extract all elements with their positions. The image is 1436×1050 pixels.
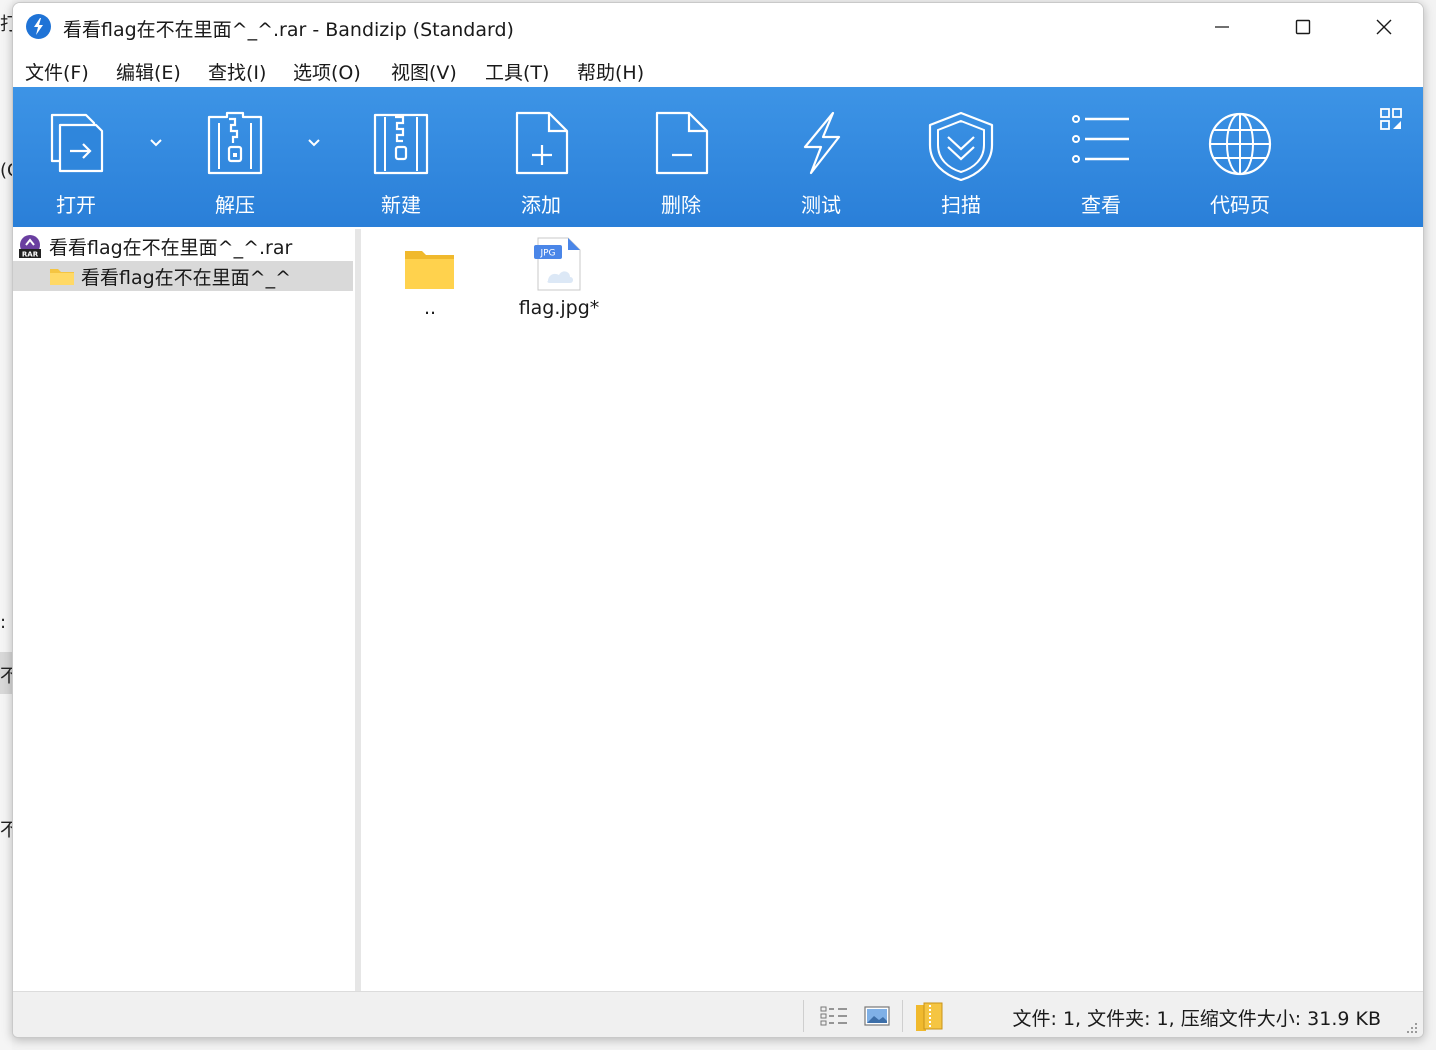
view-list-icon: [1072, 115, 1129, 163]
archive-book-icon[interactable]: [914, 1002, 944, 1032]
open-icon: [50, 113, 104, 173]
delete-label: 删除: [661, 193, 701, 217]
file-item-parent[interactable]: ..: [375, 233, 485, 319]
maximize-button[interactable]: [1263, 3, 1343, 51]
status-separator: [902, 1000, 903, 1032]
bandizip-window: 看看flag在不在里面^_^.rar - Bandizip (Standard)…: [12, 2, 1424, 1038]
background-text: (C: [0, 160, 12, 181]
toolbar: 打开 解压 新建 添加 删除 测试 扫描 查看 代码页: [13, 87, 1423, 227]
extract-label: 解压: [215, 193, 255, 217]
folder-icon: [405, 251, 454, 289]
view-button[interactable]: 查看: [1046, 87, 1156, 227]
codepage-globe-icon: [1208, 112, 1272, 176]
scan-button[interactable]: 扫描: [906, 87, 1016, 227]
extract-button[interactable]: 解压: [180, 87, 290, 227]
open-dropdown-chevron-icon[interactable]: [145, 131, 167, 153]
codepage-button[interactable]: 代码页: [1185, 87, 1295, 227]
open-label: 打开: [56, 193, 96, 217]
folder-icon: [50, 269, 74, 285]
tree-archive-label: 看看flag在不在里面^_^.rar: [49, 237, 293, 259]
bandizip-logo-icon: [26, 14, 51, 39]
menu-file[interactable]: 文件(F): [25, 58, 89, 85]
add-file-icon: [515, 111, 569, 175]
menu-edit[interactable]: 编辑(E): [116, 58, 181, 85]
extract-icon: [207, 111, 263, 175]
background-text: 不: [0, 666, 12, 687]
jpg-badge: JPG: [539, 249, 555, 259]
minimize-button[interactable]: [1182, 3, 1262, 51]
status-separator: [803, 1000, 804, 1032]
status-bar: 文件: 1, 文件夹: 1, 压缩文件大小: 31.9 KB: [13, 991, 1423, 1037]
new-archive-icon: [373, 113, 429, 175]
thumbnail-view-icon[interactable]: [864, 1004, 890, 1028]
new-archive-button[interactable]: 新建: [346, 87, 456, 227]
delete-button[interactable]: 删除: [626, 87, 736, 227]
minimize-icon: [1215, 26, 1229, 28]
scan-shield-icon: [928, 111, 994, 181]
svg-text:RAR: RAR: [22, 251, 39, 259]
file-item-flag[interactable]: JPG flag.jpg*: [504, 233, 614, 319]
folder-tree: RAR 看看flag在不在里面^_^.rar 看看flag在不在里面^_^: [13, 229, 355, 991]
tree-item-folder[interactable]: 看看flag在不在里面^_^: [13, 261, 353, 291]
background-text: 不: [0, 820, 12, 841]
scan-label: 扫描: [941, 193, 981, 217]
menu-find[interactable]: 查找(I): [208, 58, 266, 85]
maximize-icon: [1295, 19, 1311, 35]
test-label: 测试: [801, 193, 841, 217]
background-text: 打: [0, 14, 12, 35]
add-label: 添加: [521, 193, 561, 217]
test-button[interactable]: 测试: [766, 87, 876, 227]
status-summary: 文件: 1, 文件夹: 1, 压缩文件大小: 31.9 KB: [1012, 1008, 1382, 1030]
title-bar[interactable]: 看看flag在不在里面^_^.rar - Bandizip (Standard): [13, 3, 1423, 51]
codepage-label: 代码页: [1210, 193, 1270, 217]
close-icon: [1376, 19, 1392, 35]
tree-item-archive[interactable]: RAR 看看flag在不在里面^_^.rar: [13, 231, 353, 261]
details-view-icon[interactable]: [819, 1004, 849, 1028]
jpg-file-icon: JPG: [534, 237, 581, 291]
file-name: flag.jpg*: [518, 297, 600, 319]
layout-grid-icon[interactable]: [1379, 107, 1403, 131]
background-text: :: [0, 612, 7, 633]
background-window: [0, 0, 12, 1050]
menu-tools[interactable]: 工具(T): [485, 58, 549, 85]
close-button[interactable]: [1344, 3, 1423, 51]
view-label: 查看: [1081, 193, 1121, 217]
menu-options[interactable]: 选项(O): [293, 58, 361, 85]
menu-bar: 文件(F) 编辑(E) 查找(I) 选项(O) 视图(V) 工具(T) 帮助(H…: [13, 53, 1423, 87]
test-lightning-icon: [803, 111, 841, 175]
extract-dropdown-chevron-icon[interactable]: [303, 131, 325, 153]
open-button[interactable]: 打开: [21, 87, 131, 227]
rar-archive-icon: RAR: [19, 235, 41, 259]
resize-grip-icon[interactable]: [1405, 1021, 1419, 1035]
new-archive-label: 新建: [381, 193, 421, 217]
window-title: 看看flag在不在里面^_^.rar - Bandizip (Standard): [63, 19, 514, 41]
menu-view[interactable]: 视图(V): [391, 58, 457, 85]
add-button[interactable]: 添加: [486, 87, 596, 227]
menu-help[interactable]: 帮助(H): [577, 58, 644, 85]
file-list: .. JPG flag.jpg*: [361, 229, 1423, 991]
tree-folder-label: 看看flag在不在里面^_^: [81, 267, 292, 289]
delete-file-icon: [655, 111, 709, 175]
file-name: ..: [423, 297, 437, 319]
